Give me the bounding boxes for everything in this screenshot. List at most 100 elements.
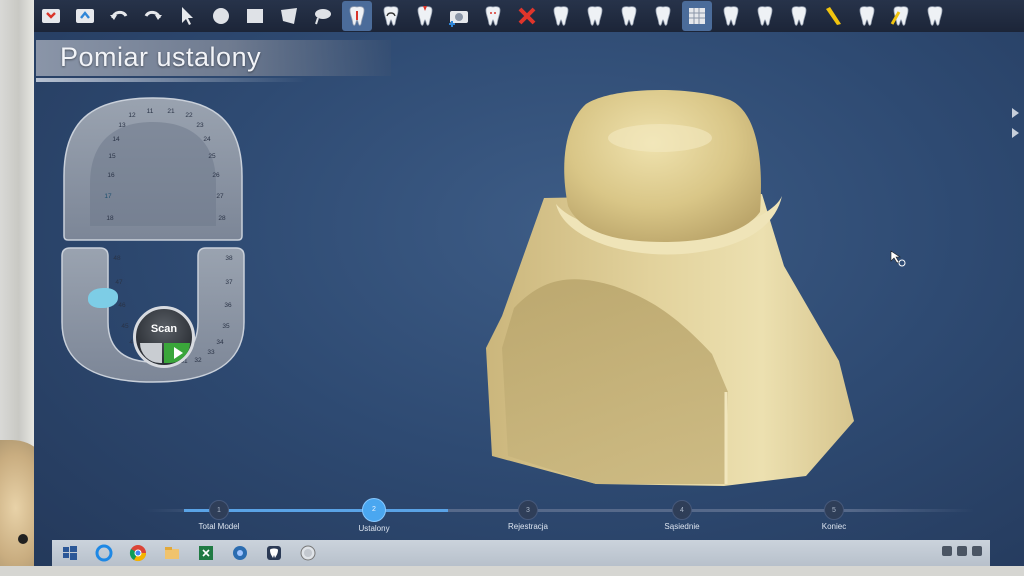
tooth-13[interactable]: 13 [115, 122, 129, 129]
tooth-15[interactable]: 15 [105, 153, 119, 160]
tooth-36[interactable]: 36 [221, 302, 235, 309]
tooth-37[interactable]: 37 [222, 279, 236, 286]
tooth-nerve-icon[interactable] [342, 1, 372, 31]
step-number: 2 [362, 498, 386, 522]
tooth-27[interactable]: 27 [213, 193, 227, 200]
grid-icon[interactable] [682, 1, 712, 31]
tooth-14[interactable]: 14 [109, 136, 123, 143]
app-blue-icon[interactable] [228, 542, 252, 564]
tooth-48[interactable]: 48 [110, 255, 124, 262]
tooth-24[interactable]: 24 [200, 136, 214, 143]
tooth-b-icon[interactable] [580, 1, 610, 31]
redo-icon[interactable] [138, 1, 168, 31]
step-label: Ustalony [358, 524, 390, 533]
tooth-22[interactable]: 22 [182, 112, 196, 119]
tooth-i-icon-glyph [927, 6, 943, 26]
step-4[interactable]: 4 Sąsiednie [632, 498, 732, 531]
system-tray [942, 546, 982, 556]
pen-icon[interactable] [818, 1, 848, 31]
tooth-h-icon-glyph [859, 6, 875, 26]
side-panel-arrow-icon[interactable] [1012, 108, 1019, 118]
tooth-32[interactable]: 32 [191, 357, 205, 364]
tooth-25[interactable]: 25 [205, 153, 219, 160]
step-2[interactable]: 2 Ustalony [324, 498, 424, 533]
undo-icon[interactable] [104, 1, 134, 31]
tooth-c-icon-glyph [621, 6, 637, 26]
tooth-38[interactable]: 38 [222, 255, 236, 262]
tooth-17[interactable]: 17 [101, 193, 115, 200]
step-1[interactable]: 1 Total Model [169, 498, 269, 531]
monitor-bezel-bottom [0, 566, 1024, 576]
excel-icon[interactable] [194, 542, 218, 564]
tooth-f-icon[interactable] [750, 1, 780, 31]
circle-select-icon-glyph [213, 8, 229, 24]
tooth-12[interactable]: 12 [125, 112, 139, 119]
tooth-h-icon[interactable] [852, 1, 882, 31]
plush-toy-eye [18, 534, 28, 544]
tooth-46[interactable]: 46 [115, 302, 129, 309]
ie-icon-glyph [95, 544, 113, 562]
step-number: 1 [209, 500, 229, 520]
tooth-face-icon[interactable] [478, 1, 508, 31]
windows-icon-glyph [63, 546, 77, 560]
selected-tooth-marker[interactable] [88, 288, 118, 308]
scan-back-button[interactable] [140, 343, 162, 363]
3d-scan-model[interactable] [464, 86, 854, 496]
pointer-icon[interactable] [172, 1, 202, 31]
tooth-red-icon[interactable] [410, 1, 440, 31]
circle-app-icon[interactable] [296, 542, 320, 564]
step-5[interactable]: 5 Koniec [784, 498, 884, 531]
tray-icon[interactable] [942, 546, 952, 556]
delete-icon[interactable] [512, 1, 542, 31]
tooth-33[interactable]: 33 [204, 349, 218, 356]
tooth-i-icon[interactable] [920, 1, 950, 31]
app-blue-icon-glyph [233, 546, 247, 560]
scan-button[interactable]: Scan [133, 306, 195, 368]
tooth-app-icon[interactable] [262, 542, 286, 564]
tooth-21[interactable]: 21 [164, 108, 178, 115]
tooth-23[interactable]: 23 [193, 122, 207, 129]
tooth-26[interactable]: 26 [209, 172, 223, 179]
explorer-icon[interactable] [160, 542, 184, 564]
tooth-yellow-icon[interactable] [886, 1, 916, 31]
side-panel-arrow-icon[interactable] [1012, 128, 1019, 138]
tooth-chart: 11 12 13 14 15 16 17 18 21 22 23 24 25 26 27 28 31 32 33 34… [58, 96, 248, 386]
chrome-icon[interactable] [126, 542, 150, 564]
tooth-28[interactable]: 28 [215, 215, 229, 222]
polygon-select-icon[interactable] [274, 1, 304, 31]
model-cap-highlight [608, 124, 712, 152]
export-icon[interactable] [70, 1, 100, 31]
lasso-icon[interactable] [308, 1, 338, 31]
tooth-45[interactable]: 45 [118, 323, 132, 330]
delete-icon-glyph [518, 7, 536, 25]
step-3[interactable]: 3 Rejestracja [478, 498, 578, 531]
tray-icon[interactable] [957, 546, 967, 556]
rect-select-icon[interactable] [240, 1, 270, 31]
step-number: 3 [518, 500, 538, 520]
tray-icon[interactable] [972, 546, 982, 556]
tooth-16[interactable]: 16 [104, 172, 118, 179]
tooth-e-icon[interactable] [716, 1, 746, 31]
tooth-35[interactable]: 35 [219, 323, 233, 330]
tooth-d-icon[interactable] [648, 1, 678, 31]
ie-icon[interactable] [92, 542, 116, 564]
tooth-34[interactable]: 34 [213, 339, 227, 346]
step-number: 5 [824, 500, 844, 520]
import-icon[interactable] [36, 1, 66, 31]
tooth-47[interactable]: 47 [112, 279, 126, 286]
windows-icon[interactable] [58, 542, 82, 564]
tooth-a-icon-glyph [553, 6, 569, 26]
tooth-g-icon-glyph [791, 6, 807, 26]
undo-icon-glyph [110, 10, 128, 20]
tooth-c-icon[interactable] [614, 1, 644, 31]
tooth-g-icon[interactable] [784, 1, 814, 31]
step-number: 4 [672, 500, 692, 520]
play-icon [173, 347, 183, 359]
tooth-11[interactable]: 11 [143, 108, 157, 115]
tooth-rotate-icon[interactable] [376, 1, 406, 31]
tooth-18[interactable]: 18 [103, 215, 117, 222]
camera-add-icon[interactable] [444, 1, 474, 31]
tooth-a-icon[interactable] [546, 1, 576, 31]
circle-select-icon[interactable] [206, 1, 236, 31]
mouse-cursor-icon [890, 250, 906, 267]
